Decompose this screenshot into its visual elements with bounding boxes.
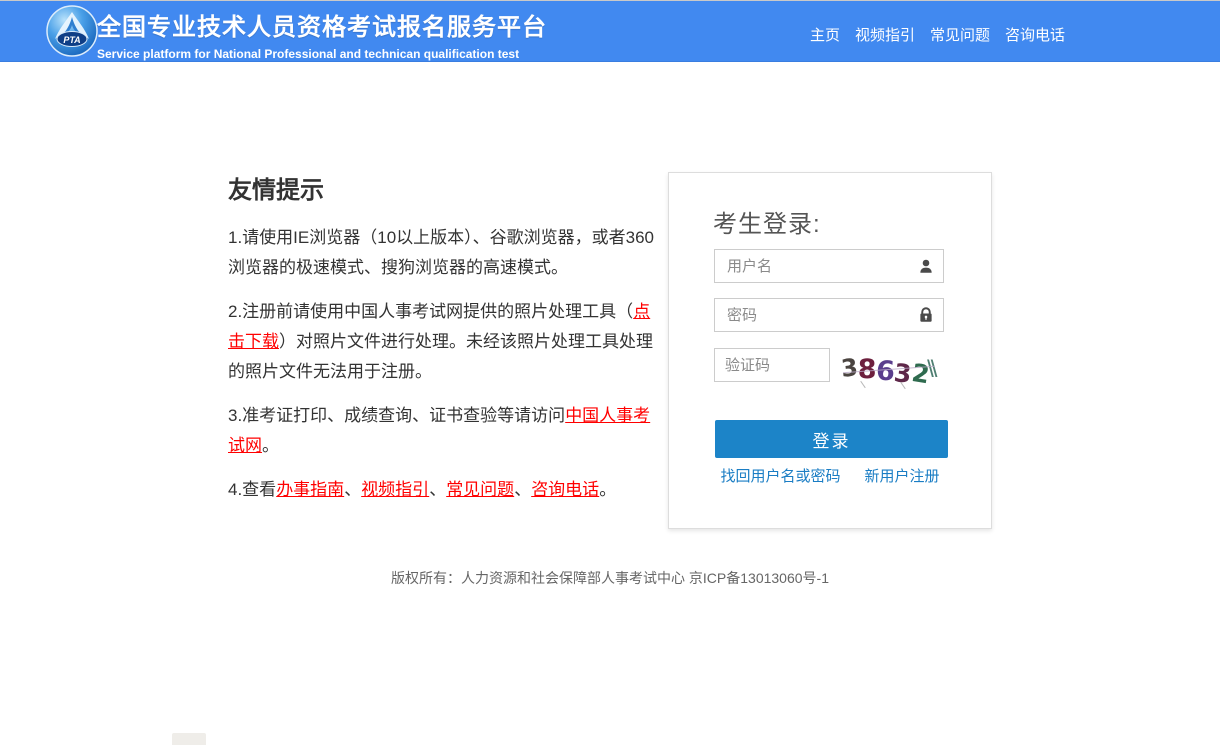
captcha-input[interactable] <box>714 348 830 382</box>
nav-video-guide-link[interactable]: 视频指引 <box>855 24 915 45</box>
nav-hotline-link[interactable]: 咨询电话 <box>1005 24 1065 45</box>
login-heading: 考生登录: <box>713 204 821 239</box>
partially-visible-widget <box>172 733 206 745</box>
hotline-link[interactable]: 咨询电话 <box>531 480 599 499</box>
tip-browser: 1.请使用IE浏览器（10以上版本）、谷歌浏览器，或者360浏览器的极速模式、搜… <box>228 223 654 283</box>
tip-4-text-pre: 4.查看 <box>228 480 276 499</box>
window-top-edge <box>0 0 1220 1</box>
tip-3-text-pre: 3.准考证打印、成绩查询、证书查验等请访问 <box>228 406 565 425</box>
service-guide-link[interactable]: 办事指南 <box>276 480 344 499</box>
separator: 、 <box>429 480 446 499</box>
captcha-field-wrap <box>714 348 830 382</box>
header-nav: 主页 视频指引 常见问题 咨询电话 <box>810 24 1065 45</box>
header-bar: PTA 全国专业技术人员资格考试报名服务平台 Service platform … <box>0 0 1220 62</box>
logo-text: PTA <box>63 35 80 45</box>
site-title: 全国专业技术人员资格考试报名服务平台 <box>97 7 547 42</box>
captcha-digit: 3 <box>840 353 860 383</box>
pta-logo-icon: PTA <box>46 5 98 57</box>
copyright-footer: 版权所有：人力资源和社会保障部人事考试中心 京ICP备13013060号-1 <box>0 568 1220 588</box>
login-helper-links: 找回用户名或密码 新用户注册 <box>669 465 991 486</box>
tip-cpta-site: 3.准考证打印、成绩查询、证书查验等请访问中国人事考试网。 <box>228 401 654 461</box>
tips-heading: 友情提示 <box>228 170 654 205</box>
nav-home-link[interactable]: 主页 <box>810 24 840 45</box>
password-field-wrap <box>714 298 944 332</box>
tip-1-text: 1.请使用IE浏览器（10以上版本）、谷歌浏览器，或者360浏览器的极速模式、搜… <box>228 228 654 277</box>
friendly-tips-section: 友情提示 1.请使用IE浏览器（10以上版本）、谷歌浏览器，或者360浏览器的极… <box>228 170 654 519</box>
tip-photo-tool: 2.注册前请使用中国人事考试网提供的照片处理工具（点击下载）对照片文件进行处理。… <box>228 297 654 387</box>
tip-more-guides: 4.查看办事指南、视频指引、常见问题、咨询电话。 <box>228 475 654 505</box>
recover-account-link[interactable]: 找回用户名或密码 <box>720 465 840 486</box>
login-button[interactable]: 登录 <box>715 420 948 458</box>
exam-registration-login-page: { "header": { "logo_text": "PTA", "title… <box>0 0 1220 742</box>
tip-2-text-post: ）对照片文件进行处理。未经该照片处理工具处理的照片文件无法用于注册。 <box>228 332 653 381</box>
password-input[interactable] <box>714 298 944 332</box>
captcha-image[interactable]: 38632\\ <box>841 351 949 387</box>
tip-2-text-pre: 2.注册前请使用中国人事考试网提供的照片处理工具（ <box>228 302 633 321</box>
separator: 、 <box>344 480 361 499</box>
username-input[interactable] <box>714 249 944 283</box>
video-guide-link[interactable]: 视频指引 <box>361 480 429 499</box>
header-titles: 全国专业技术人员资格考试报名服务平台 Service platform for … <box>97 7 547 61</box>
captcha-noise-marks: \\ <box>927 356 934 384</box>
new-user-register-link[interactable]: 新用户注册 <box>865 465 940 486</box>
site-subtitle: Service platform for National Profession… <box>97 47 547 61</box>
candidate-login-panel: 考生登录: 38632\\ 登录 找回用户名或密码 <box>668 172 992 529</box>
separator: 、 <box>514 480 531 499</box>
username-field-wrap <box>714 249 944 283</box>
tip-4-text-post: 。 <box>599 480 616 499</box>
tip-3-text-post: 。 <box>262 436 279 455</box>
nav-faq-link[interactable]: 常见问题 <box>930 24 990 45</box>
faq-link[interactable]: 常见问题 <box>446 480 514 499</box>
